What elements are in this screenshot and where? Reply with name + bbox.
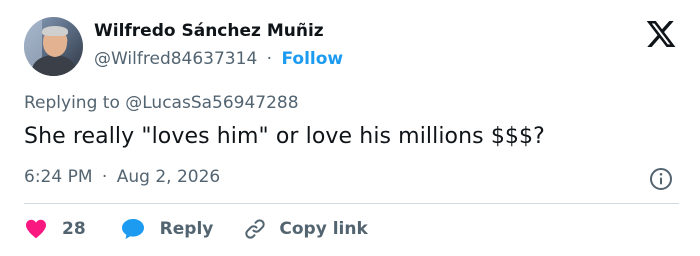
link-icon xyxy=(245,219,266,239)
replying-to-handle[interactable]: @LucasSa56947288 xyxy=(125,93,298,113)
timestamp-separator: · xyxy=(101,167,108,187)
tweet-date: Aug 2, 2026 xyxy=(116,167,221,187)
like-button[interactable]: 28 xyxy=(24,217,86,241)
like-count: 28 xyxy=(62,219,86,239)
tweet-timestamp[interactable]: 6:24 PM · Aug 2, 2026 xyxy=(24,167,220,187)
action-bar: 28 Reply Copy link xyxy=(24,214,368,244)
reply-label: Reply xyxy=(159,219,214,239)
info-icon[interactable] xyxy=(649,167,673,191)
author-handle[interactable]: @Wilfred84637314 xyxy=(94,49,257,69)
avatar[interactable] xyxy=(24,17,83,76)
avatar-shirt xyxy=(32,55,76,76)
copy-link-button[interactable]: Copy link xyxy=(243,217,368,241)
tweet-card: Wilfredo Sánchez Muñiz @Wilfred84637314 … xyxy=(0,0,700,256)
heart-icon xyxy=(26,219,46,239)
author-handle-row: @Wilfred84637314 · Follow xyxy=(94,49,343,69)
tweet-time: 6:24 PM xyxy=(24,167,93,187)
avatar-hair xyxy=(42,26,68,36)
author-name[interactable]: Wilfredo Sánchez Muñiz xyxy=(94,21,324,41)
replying-to: Replying to @LucasSa56947288 xyxy=(24,93,299,113)
tweet-text: She really "loves him" or love his milli… xyxy=(24,124,545,149)
reply-button[interactable]: Reply xyxy=(120,217,214,241)
x-logo-icon[interactable] xyxy=(644,18,678,50)
replying-to-prefix: Replying to xyxy=(24,93,126,113)
copy-link-label: Copy link xyxy=(279,219,368,239)
follow-button[interactable]: Follow xyxy=(281,49,343,69)
handle-separator: · xyxy=(266,49,273,69)
speech-bubble-icon xyxy=(121,219,144,239)
actions-divider xyxy=(24,203,679,204)
